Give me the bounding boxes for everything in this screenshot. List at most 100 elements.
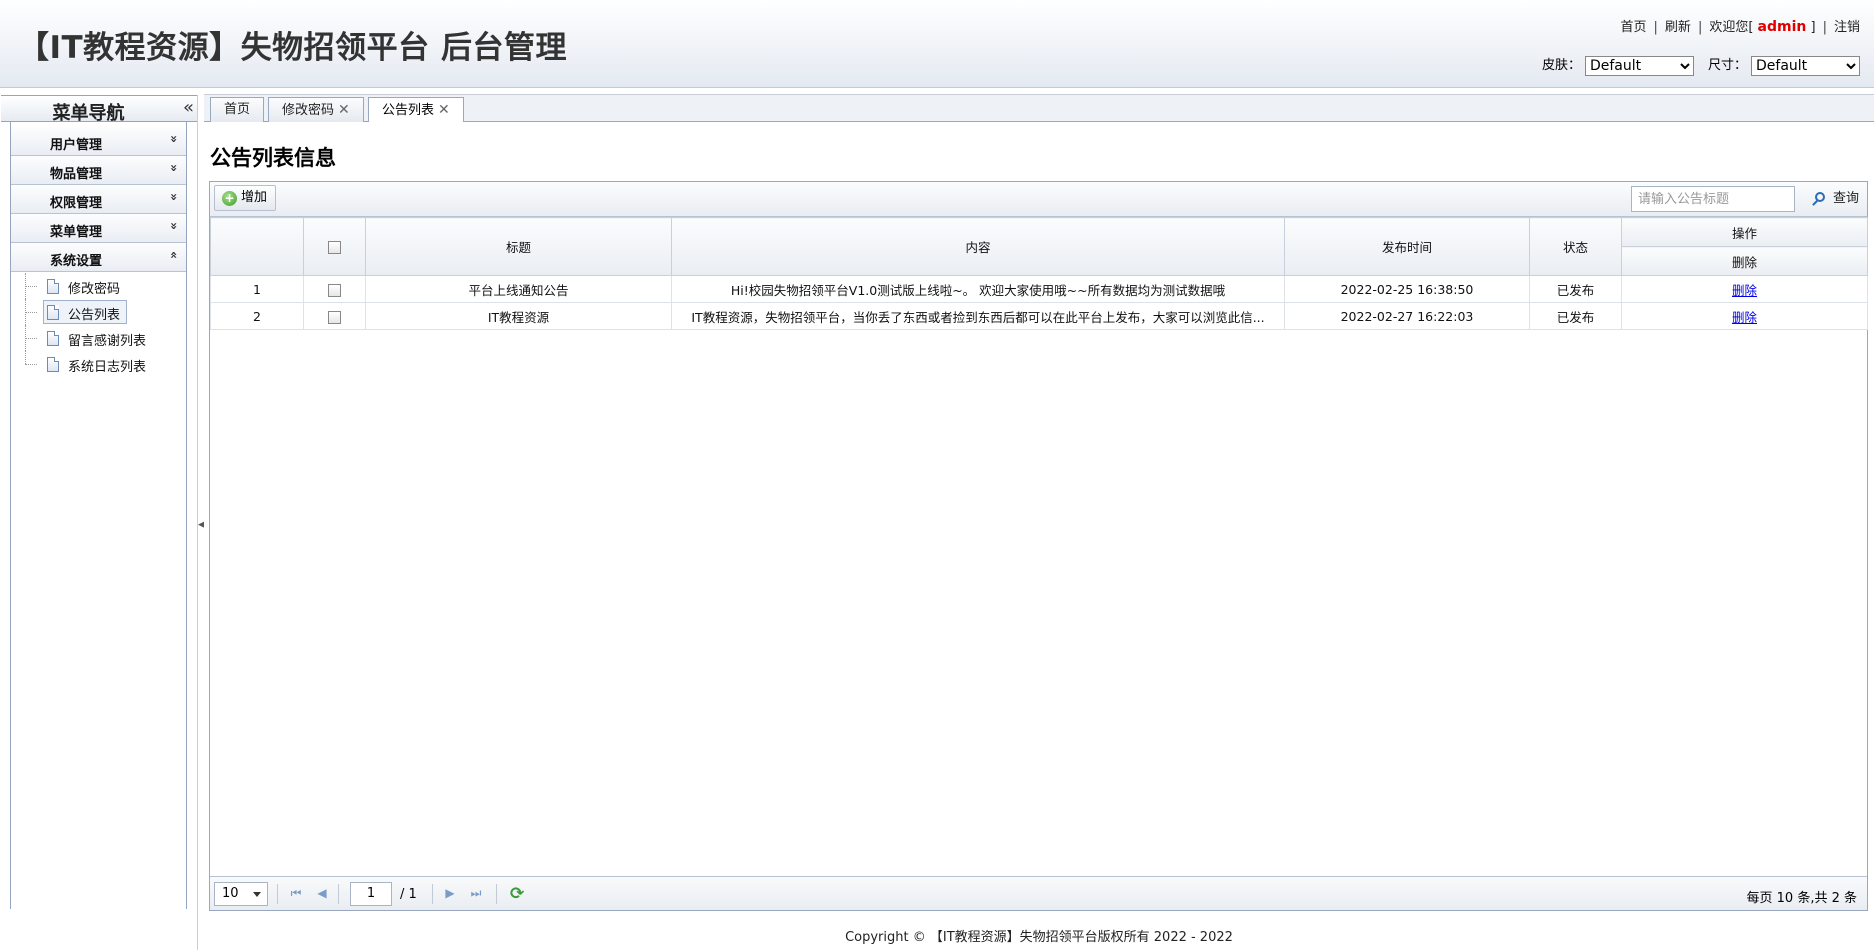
collapse-sidebar-icon[interactable]: « [183,97,194,118]
section-label: 物品管理 [50,167,103,182]
last-page-icon[interactable]: ⏭ [468,885,484,901]
layout-splitter[interactable]: ◀ [197,95,205,950]
close-icon[interactable]: ✕ [438,102,450,118]
table-row[interactable]: 1 平台上线通知公告 Hi!校园失物招领平台V1.0测试版上线啦~。 欢迎大家使… [210,275,1868,303]
cell-time: 2022-02-27 16:22:03 [1284,302,1530,330]
col-status-header[interactable]: 状态 [1529,217,1622,276]
section-system-settings[interactable]: 系统设置 « [11,243,186,272]
cell-title: IT教程资源 [365,302,672,330]
page-total: / 1 [400,887,417,902]
cell-title: 平台上线通知公告 [365,275,672,303]
skin-select[interactable]: Default [1584,55,1694,76]
tree-item-thanks-list[interactable]: 留言感谢列表 [23,325,183,351]
cell-status: 已发布 [1529,275,1622,303]
tree-item-label: 修改密码 [68,282,121,297]
tab-notice-list[interactable]: 公告列表 ✕ [368,97,464,124]
delete-link[interactable]: 删除 [1732,310,1757,325]
section-permission-management[interactable]: 权限管理 » [11,185,186,214]
welcome-prefix: 欢迎您[ [1709,20,1754,35]
footer: Copyright © 【IT教程资源】失物招领平台版权所有 2022 - 20… [845,930,1233,945]
page-info: 每页 10 条,共 2 条 [1746,891,1857,906]
expand-icon: » [167,135,182,143]
notice-table: 标题 内容 发布时间 状态 操作 删除 1 平台上线通知公告 Hi!校园失物招领… [210,217,1868,330]
page-icon [47,331,59,346]
tab-label: 公告列表 [382,103,435,118]
col-title-header[interactable]: 标题 [365,217,672,276]
search-button[interactable]: 查询 [1813,188,1859,210]
tree-item-label: 留言感谢列表 [68,334,147,349]
col-content-header[interactable]: 内容 [671,217,1285,276]
chevron-down-icon [253,892,261,897]
refresh-icon[interactable]: ⟳ [510,885,528,903]
pagination-bar: 10 ⏮ ◀ 1 / 1 ▶ ⏭ ⟳ 每页 10 条,共 2 条 [210,876,1867,910]
page-icon [47,279,59,294]
first-page-icon[interactable]: ⏮ [288,885,304,901]
theme-row: 皮肤： Default 尺寸： Default [1542,54,1860,76]
size-label: 尺寸： [1707,58,1747,73]
next-page-icon[interactable]: ▶ [442,885,458,901]
close-icon[interactable]: ✕ [338,102,350,118]
expand-icon: » [167,193,182,201]
cell-content: IT教程资源，失物招领平台，当你丢了东西或者捡到东西后都可以在此平台上发布，大家… [671,302,1285,330]
top-links: 首页 | 刷新 | 欢迎您[ admin ] | 注销 [1620,19,1860,35]
row-checkbox[interactable] [328,283,341,297]
tab-label: 首页 [224,102,251,117]
section-label: 系统设置 [50,254,103,269]
prev-page-icon[interactable]: ◀ [314,885,330,901]
rownum-header [210,217,304,276]
size-select[interactable]: Default [1751,55,1860,76]
tab-home[interactable]: 首页 [210,97,265,123]
tree-item-change-password[interactable]: 修改密码 [23,273,183,299]
section-label: 用户管理 [50,138,103,153]
row-select-cell [303,275,366,303]
sidebar-title: 菜单导航 [52,103,125,124]
expand-icon: » [167,222,182,230]
tab-label: 修改密码 [282,103,335,118]
tab-bar: 首页 修改密码 ✕ 公告列表 ✕ [204,94,1874,124]
cell-actions: 删除 [1621,302,1868,330]
table-row[interactable]: 2 IT教程资源 IT教程资源，失物招领平台，当你丢了东西或者捡到东西后都可以在… [210,302,1868,330]
delete-link[interactable]: 删除 [1732,283,1757,298]
sidebar: 菜单导航 « 用户管理 » 物品管理 » 权限管理 » 菜单管理 » 系统设置 … [1,95,198,909]
page-size-value: 10 [222,886,239,901]
search-input[interactable] [1631,186,1795,212]
tree-item-label: 公告列表 [68,308,121,323]
home-link[interactable]: 首页 [1621,20,1647,35]
content-panel: 公告列表信息 + 增加 查询 标题 内容 [204,122,1874,912]
search-icon [1814,192,1825,202]
expand-icon: » [167,164,182,172]
col-time-header[interactable]: 发布时间 [1284,217,1530,276]
settings-tree: 修改密码 公告列表 留言感谢列表 系统日志列表 [23,273,183,377]
col-ops-header: 操作 [1621,217,1868,247]
row-checkbox[interactable] [328,310,341,324]
header: 【IT教程资源】失物招领平台 后台管理 首页 | 刷新 | 欢迎您[ admin ] | 注… [0,0,1874,88]
section-user-management[interactable]: 用户管理 » [11,127,186,156]
tree-item-system-log-list[interactable]: 系统日志列表 [23,351,183,377]
tree-item-notice-list[interactable]: 公告列表 [23,299,183,325]
row-select-cell [303,302,366,330]
add-button[interactable]: + 增加 [214,185,277,211]
row-number: 2 [210,302,304,330]
welcome-suffix: ] [1810,20,1816,35]
sidebar-header: 菜单导航 « [1,95,198,124]
refresh-link[interactable]: 刷新 [1665,20,1691,35]
add-icon: + [222,191,237,206]
page-title: 公告列表信息 [210,146,336,170]
data-grid: + 增加 查询 标题 内容 发布时间 状态 [209,181,1868,911]
page-icon [47,357,59,372]
section-menu-management[interactable]: 菜单管理 » [11,214,186,243]
cell-content: Hi!校园失物招领平台V1.0测试版上线啦~。 欢迎大家使用哦~~所有数据均为测… [671,275,1285,303]
logout-link[interactable]: 注销 [1834,20,1860,35]
row-number: 1 [210,275,304,303]
username: admin [1757,19,1807,35]
page-number-input[interactable]: 1 [350,882,392,906]
section-item-management[interactable]: 物品管理 » [11,156,186,185]
tree-item-label: 系统日志列表 [68,360,147,375]
collapse-icon: « [167,251,182,259]
select-all-checkbox[interactable] [328,241,341,254]
cell-status: 已发布 [1529,302,1622,330]
page-size-select[interactable]: 10 [214,882,268,906]
tab-change-password[interactable]: 修改密码 ✕ [268,97,364,123]
section-label: 权限管理 [50,196,103,211]
col-delete-header: 删除 [1621,246,1868,276]
